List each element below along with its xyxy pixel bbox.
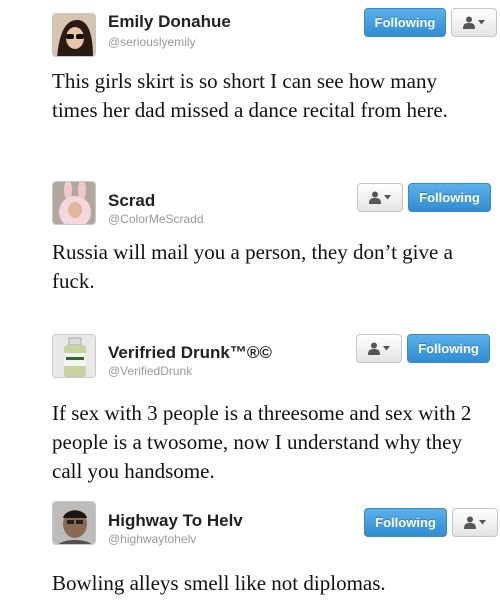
- user-name[interactable]: Verifried Drunk™®©: [108, 343, 272, 363]
- user-handle[interactable]: @seriouslyemily: [108, 35, 196, 49]
- avatar-photo: [53, 502, 95, 544]
- person-icon: [369, 191, 381, 204]
- avatar-highway-to-helv[interactable]: [52, 501, 96, 545]
- avatar-verified-drunk[interactable]: [52, 334, 96, 378]
- user-actions-button[interactable]: [356, 334, 402, 363]
- following-button[interactable]: Following: [364, 508, 447, 537]
- user-handle[interactable]: @ColorMeScradd: [108, 212, 204, 226]
- avatar-photo: [53, 182, 95, 224]
- avatar-scrad[interactable]: [52, 181, 96, 225]
- caret-down-icon: [384, 195, 391, 200]
- user-name[interactable]: Highway To Helv: [108, 511, 243, 531]
- caret-down-icon: [478, 20, 485, 25]
- caret-down-icon: [479, 520, 486, 525]
- avatar-emily[interactable]: [52, 13, 96, 57]
- user-actions-button[interactable]: [357, 183, 403, 212]
- caret-down-icon: [383, 346, 390, 351]
- user-name[interactable]: Scrad: [108, 191, 155, 211]
- following-button[interactable]: Following: [408, 183, 491, 212]
- avatar-photo: [53, 335, 95, 377]
- tweet-text: Bowling alleys smell like not diplomas.: [52, 571, 386, 595]
- user-actions-button[interactable]: [451, 8, 497, 37]
- tweet-1: Emily Donahue @seriouslyemily Following …: [0, 0, 500, 170]
- following-button[interactable]: Following: [407, 334, 490, 363]
- avatar-photo: [53, 14, 95, 56]
- tweet-3: Verifried Drunk™®© @VerifiedDrunk Follow…: [0, 320, 500, 487]
- person-icon: [463, 16, 475, 29]
- user-actions-button[interactable]: [452, 508, 498, 537]
- tweet-text: This girls skirt is so short I can see h…: [52, 69, 448, 122]
- person-icon: [464, 516, 476, 529]
- user-name[interactable]: Emily Donahue: [108, 12, 231, 32]
- tweet-text: If sex with 3 people is a threesome and …: [52, 401, 472, 483]
- tweet-2: Scrad @ColorMeScradd Following Russia wi…: [0, 170, 500, 320]
- following-button[interactable]: Following: [364, 8, 446, 37]
- person-icon: [368, 342, 380, 355]
- tweet-text: Russia will mail you a person, they don’…: [52, 240, 453, 293]
- user-handle[interactable]: @VerifiedDrunk: [108, 364, 192, 378]
- tweet-4: Highway To Helv @highwaytohelv Following…: [0, 487, 500, 614]
- user-handle[interactable]: @highwaytohelv: [108, 532, 196, 546]
